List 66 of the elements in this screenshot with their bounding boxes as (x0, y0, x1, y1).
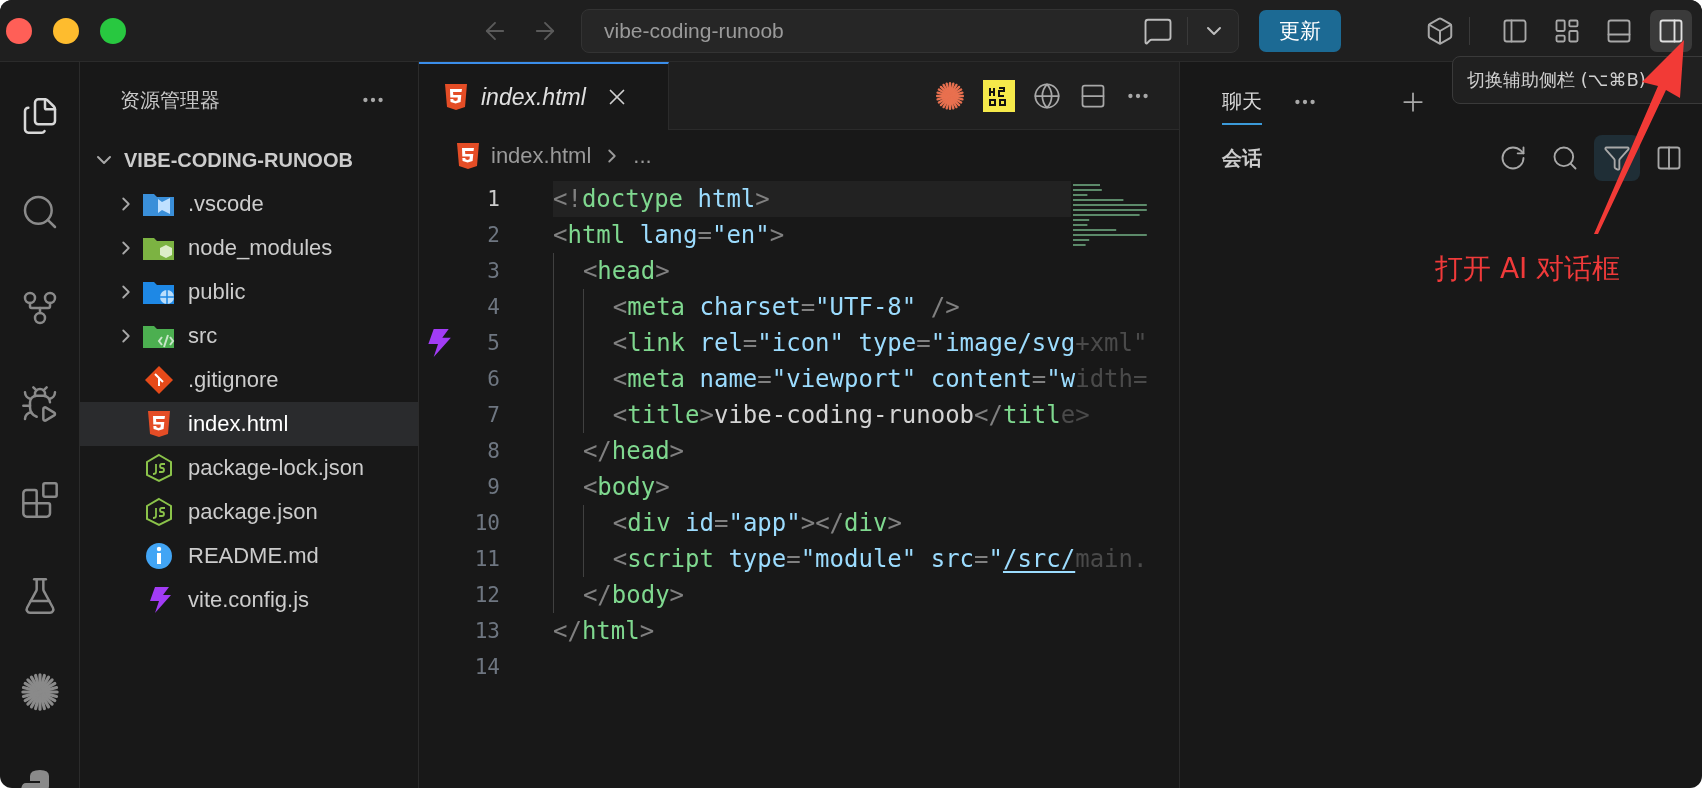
search-input[interactable]: vibe-coding-runoob (602, 17, 1143, 44)
js-icon (145, 453, 173, 483)
search-field[interactable]: vibe-coding-runoob (581, 8, 1239, 53)
line-number: 13 (473, 619, 500, 643)
line-number: 8 (486, 439, 500, 463)
code-line: <meta charset="UTF-8" /> (553, 289, 1150, 325)
line-number: 7 (486, 403, 500, 427)
extensions-icon (19, 480, 60, 520)
tree-item[interactable]: .vscode (80, 182, 418, 226)
code-line: </body> (553, 577, 1150, 613)
tree-item[interactable]: package-lock.json (80, 446, 418, 490)
breadcrumb-item[interactable]: index.html (491, 142, 592, 169)
html5-icon (455, 141, 481, 170)
html5-icon (443, 83, 469, 111)
line-number: 1 (486, 187, 500, 211)
close-window-button[interactable] (6, 17, 32, 44)
tree-item[interactable]: public (80, 270, 418, 314)
git-icon (144, 365, 174, 395)
tree-item[interactable]: .gitignore (80, 358, 418, 402)
tree-item[interactable]: index.html (80, 402, 418, 446)
section-title: 会话 (1222, 144, 1263, 172)
maximize-window-button[interactable] (100, 17, 126, 44)
globe-icon[interactable] (1033, 81, 1061, 110)
line-number: 5 (486, 331, 500, 355)
code-line: <meta name="viewport" content="width= (553, 361, 1150, 397)
breadcrumb-item[interactable]: ... (633, 142, 652, 169)
search-icon (1551, 144, 1579, 172)
minimize-window-button[interactable] (53, 17, 79, 44)
refresh-icon (1499, 144, 1527, 172)
line-number: 12 (473, 583, 500, 607)
update-button[interactable]: 更新 (1259, 9, 1341, 52)
code-line: <body> (553, 469, 1150, 505)
tree-item[interactable]: README.md (80, 534, 418, 578)
tree-item[interactable]: src (80, 314, 418, 358)
starburst-icon (19, 672, 60, 712)
annotation-text: 打开 AI 对话框 (1435, 251, 1621, 287)
js-icon (145, 497, 173, 527)
line-number: 11 (473, 547, 500, 571)
line-number: 3 (486, 259, 500, 283)
tree-item[interactable]: node_modules (80, 226, 418, 270)
tree-item[interactable]: vite.config.js (80, 578, 418, 622)
info-icon (145, 542, 173, 570)
code-line: </html> (553, 616, 656, 647)
tree-item[interactable]: VIBE-CODING-RUNOOB (80, 138, 418, 182)
line-number: 4 (486, 295, 500, 319)
tooltip: 切换辅助侧栏 (⌥⌘B) (1452, 56, 1702, 104)
code-line: <div id="app"></div> (553, 505, 1150, 541)
explorer-title: 资源管理器 (120, 86, 220, 114)
line-number: 2 (486, 223, 500, 247)
line-number: 14 (473, 655, 500, 679)
filter-icon (1603, 144, 1631, 172)
line-number: 10 (473, 511, 500, 535)
badge-icon[interactable] (983, 79, 1015, 112)
editor-tab[interactable]: index.html (419, 62, 669, 130)
line-number: 6 (486, 367, 500, 391)
code-line: </head> (553, 433, 1150, 469)
panel-icon (1655, 144, 1683, 172)
line-number: 9 (486, 475, 500, 499)
tree-item[interactable]: package.json (80, 490, 418, 534)
html5-icon (146, 410, 172, 438)
layout-toggle-button[interactable] (1650, 9, 1692, 52)
cube-icon[interactable] (1425, 15, 1455, 46)
chat-tab[interactable]: 聊天 (1222, 79, 1262, 125)
code-line: <html lang="en"> (553, 220, 786, 251)
code-line: <head> (553, 253, 1150, 289)
starburst-icon (935, 80, 965, 111)
